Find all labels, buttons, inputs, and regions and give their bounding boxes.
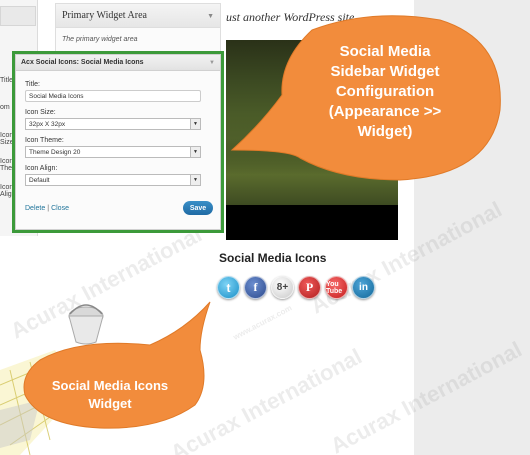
title-label: Title: [25,81,40,88]
left-label-fragment: om [0,104,10,111]
icon-align-label: Icon Align: [25,165,58,172]
delete-link[interactable]: Delete [25,205,45,212]
social-icons-widget-panel: Acx Social Icons: Social Media Icons ▼ T… [15,54,221,230]
widget-header-title: Acx Social Icons: Social Media Icons [21,59,144,66]
icon-theme-select[interactable]: Theme Design 20 ▼ [25,146,201,158]
save-button[interactable]: Save [183,201,213,215]
google-plus-icon[interactable]: 8+ [271,276,294,299]
icon-theme-value: Theme Design 20 [29,148,81,156]
widget-footer: Delete | Close Save [25,201,213,215]
dropdown-arrow-icon[interactable]: ▼ [190,147,200,157]
icon-size-select[interactable]: 32px X 32px ▼ [25,118,201,130]
site-tagline: ust another WordPress site [226,10,355,24]
left-label-title: Title: [0,77,15,84]
watermark: Acurax International [166,343,366,455]
admin-left-labels: Title: om Icon Size: Icon Theme: Icon Al… [0,52,24,232]
primary-widget-area-title: Primary Widget Area [62,10,147,21]
title-input[interactable]: Social Media Icons [25,90,201,102]
widget-body: Title: Social Media Icons Icon Size: 32p… [16,71,220,192]
decorative-bucket-illustration [68,304,104,345]
primary-widget-area-description: The primary widget area [62,36,138,43]
twitter-icon[interactable]: t [217,276,240,299]
callout-text: Social Media Sidebar Widget Configuratio… [328,43,442,140]
facebook-icon[interactable]: f [244,276,267,299]
pinterest-icon[interactable]: P [298,276,321,299]
icon-align-select[interactable]: Default ▼ [25,174,201,186]
callout-text: Social Media Icons Widget [51,378,169,411]
watermark-url: www.acurax.com [231,303,294,342]
icon-size-value: 32px X 32px [29,120,66,128]
dropdown-arrow-icon[interactable]: ▼ [190,175,200,185]
linkedin-icon[interactable]: in [352,276,375,299]
primary-widget-area: Primary Widget Area ▼ The primary widget… [55,3,221,53]
collapse-arrow-icon[interactable]: ▼ [207,12,214,20]
icon-align-value: Default [29,176,50,184]
youtube-icon[interactable]: You Tube [325,276,348,299]
left-label-icon-size: Icon Size: [0,132,16,146]
dropdown-arrow-icon[interactable]: ▼ [190,119,200,129]
primary-widget-area-header[interactable]: Primary Widget Area ▼ [56,4,220,28]
social-widget-title: Social Media Icons [219,251,327,265]
widget-collapse-arrow-icon[interactable]: ▼ [209,60,215,66]
icon-size-label: Icon Size: [25,109,56,116]
icon-theme-label: Icon Theme: [25,137,64,144]
admin-left-tab[interactable] [0,6,36,26]
close-link[interactable]: Close [51,205,69,212]
widget-header[interactable]: Acx Social Icons: Social Media Icons ▼ [16,55,220,71]
social-icons-row: t f 8+ P You Tube in [217,276,375,299]
